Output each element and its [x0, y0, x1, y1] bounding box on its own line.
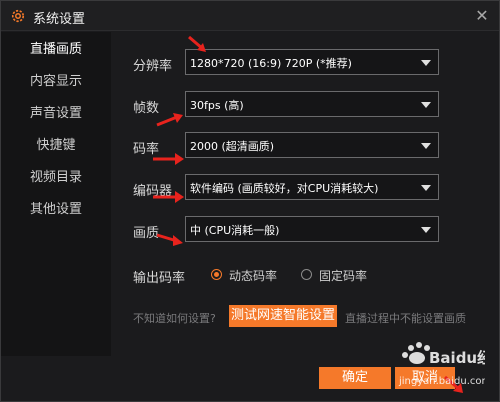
- encoder-select[interactable]: 软件编码 (画质较好，对CPU消耗较大): [185, 174, 439, 200]
- quality-select[interactable]: 中 (CPU消耗一般): [185, 216, 439, 242]
- watermark-url: jingyan.baidu.com: [398, 376, 485, 387]
- annotation-arrow-icon: [153, 191, 184, 203]
- radio-unselected-icon: [301, 269, 312, 280]
- encoder-value: 软件编码 (画质较好，对CPU消耗较大): [190, 182, 379, 195]
- speed-test-button[interactable]: 测试网速智能设置: [229, 305, 337, 327]
- sidebar-item-hotkeys[interactable]: 快捷键: [1, 130, 111, 162]
- annotation-arrow-icon: [156, 233, 183, 246]
- fps-value: 30fps (高): [190, 99, 244, 112]
- bitrate-value: 2000 (超清画质): [190, 140, 275, 153]
- chevron-down-icon: [421, 227, 431, 233]
- ok-button[interactable]: 确定: [319, 367, 391, 389]
- settings-sidebar: 直播画质 内容显示 声音设置 快捷键 视频目录 其他设置: [1, 32, 111, 356]
- chevron-down-icon: [421, 102, 431, 108]
- radio-fixed-label: 固定码率: [319, 269, 368, 283]
- radio-selected-icon: [211, 269, 222, 280]
- annotation-arrow-icon: [156, 113, 183, 127]
- sidebar-item-sound[interactable]: 声音设置: [1, 98, 111, 130]
- chevron-down-icon: [421, 185, 431, 191]
- radio-dynamic-label: 动态码率: [229, 269, 278, 283]
- settings-window: 系统设置 ✕ 直播画质 内容显示 声音设置 快捷键 视频目录 其他设置 分辨率 …: [0, 0, 500, 402]
- gear-icon: [11, 9, 25, 23]
- watermark-brand: Baidu经验: [429, 349, 485, 367]
- sidebar-item-other[interactable]: 其他设置: [1, 194, 111, 226]
- live-note: 直播过程中不能设置画质: [345, 312, 466, 325]
- sidebar-item-live-quality[interactable]: 直播画质: [1, 34, 111, 66]
- resolution-label: 分辨率: [133, 59, 173, 74]
- chevron-down-icon: [421, 60, 431, 66]
- sidebar-item-content-display[interactable]: 内容显示: [1, 66, 111, 98]
- quality-value: 中 (CPU消耗一般): [190, 224, 280, 237]
- title-bar: 系统设置 ✕: [1, 1, 499, 31]
- fps-select[interactable]: 30fps (高): [185, 91, 439, 117]
- close-icon[interactable]: ✕: [473, 7, 491, 25]
- watermark-logo: Baidu经验 jingyan.baidu.com: [398, 342, 485, 387]
- annotation-arrow-icon: [188, 35, 206, 52]
- output-bitrate-label: 输出码率: [133, 271, 186, 286]
- bitrate-select[interactable]: 2000 (超清画质): [185, 132, 439, 158]
- resolution-select[interactable]: 1280*720 (16:9) 720P (*推荐): [185, 49, 439, 75]
- annotation-arrow-icon: [153, 153, 184, 165]
- sidebar-item-video-dir[interactable]: 视频目录: [1, 162, 111, 194]
- window-title: 系统设置: [33, 12, 86, 27]
- chevron-down-icon: [421, 143, 431, 149]
- how-to-hint: 不知道如何设置?: [133, 312, 216, 325]
- resolution-value: 1280*720 (16:9) 720P (*推荐): [190, 57, 352, 70]
